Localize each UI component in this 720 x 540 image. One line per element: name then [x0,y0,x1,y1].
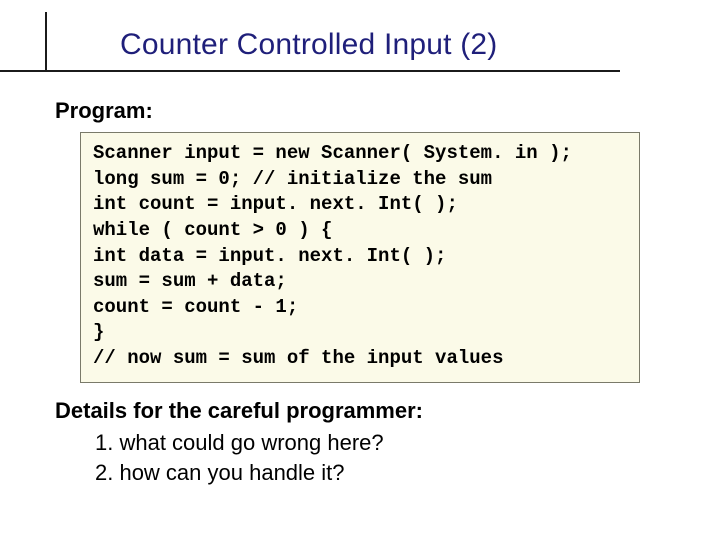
title-vertical-rule [45,12,47,72]
details-heading: Details for the careful programmer: [55,398,423,424]
program-heading: Program: [55,98,153,124]
detail-item-2: 2. how can you handle it? [95,460,345,486]
code-block: Scanner input = new Scanner( System. in … [80,132,640,383]
slide-title: Counter Controlled Input (2) [120,28,680,62]
title-underline [0,70,620,72]
detail-item-1: 1. what could go wrong here? [95,430,384,456]
slide: Counter Controlled Input (2) Program: Sc… [0,0,720,540]
